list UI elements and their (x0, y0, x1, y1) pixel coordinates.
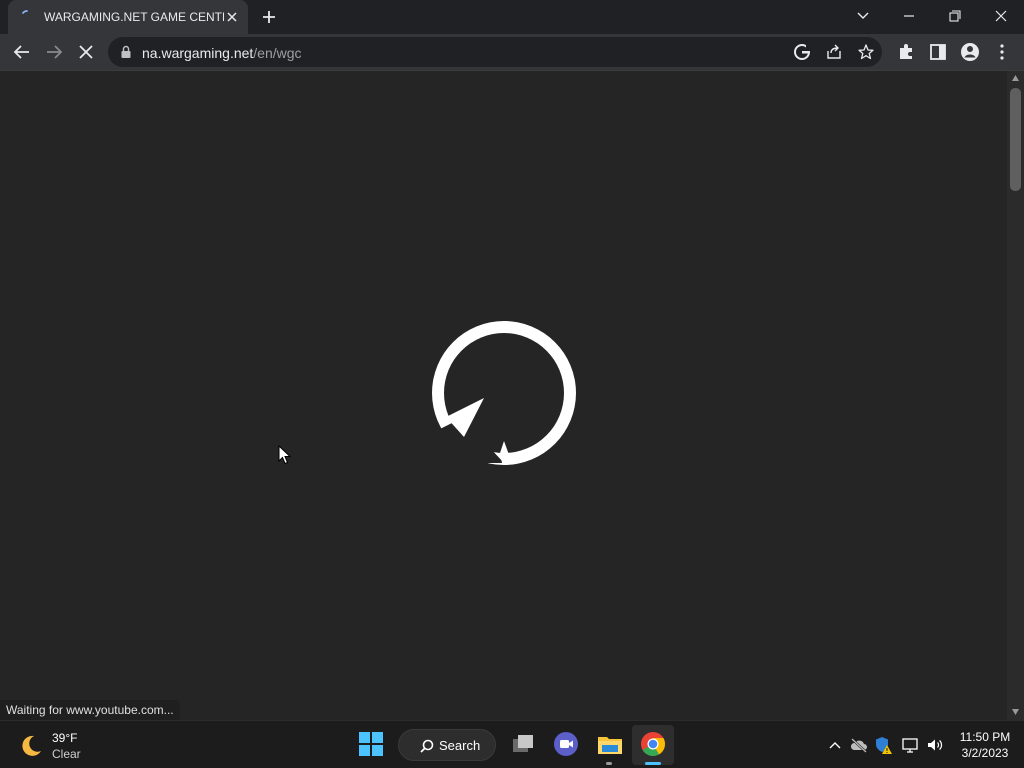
url-path: /en/wgc (253, 45, 302, 61)
volume-speaker-icon[interactable] (925, 735, 945, 755)
clock-time[interactable]: 11:50 PM (958, 730, 1012, 744)
scrollbar-thumb[interactable] (1010, 88, 1021, 191)
menu-kebab-icon[interactable] (988, 38, 1016, 66)
moon-icon[interactable] (18, 733, 44, 759)
url-host: na.wargaming.net (142, 45, 254, 61)
windows-start-icon[interactable] (356, 729, 386, 759)
onedrive-offline-cloud-icon[interactable] (849, 735, 869, 755)
profile-avatar-icon[interactable] (956, 38, 984, 66)
bookmark-star-icon[interactable] (856, 42, 876, 62)
browser-status-bubble: Waiting for www.youtube.com... (0, 700, 180, 720)
windows-taskbar: 39°F Clear Search 11:50 PM 3/2/2023 (0, 720, 1024, 768)
search-label: Search (439, 738, 481, 753)
extensions-puzzle-icon[interactable] (892, 38, 920, 66)
weather-temperature[interactable]: 39°F (52, 731, 77, 745)
page-content (0, 71, 1007, 720)
restore-icon[interactable] (940, 3, 970, 29)
scroll-up-arrow-icon[interactable] (1011, 74, 1020, 82)
browser-tab[interactable]: WARGAMING.NET GAME CENTER (8, 0, 248, 34)
clock-date[interactable]: 3/2/2023 (958, 746, 1012, 760)
chrome-icon[interactable] (638, 729, 668, 759)
file-explorer-running-indicator (606, 762, 612, 765)
show-hidden-icons-chevron-icon[interactable] (825, 735, 845, 755)
chrome-active-indicator (645, 762, 661, 765)
share-icon[interactable] (824, 42, 844, 62)
back-arrow-icon[interactable] (8, 38, 36, 66)
security-shield-warning-icon[interactable] (873, 735, 893, 755)
minimize-icon[interactable] (894, 3, 924, 29)
tab-close-icon[interactable] (224, 9, 240, 25)
browser-toolbar: na.wargaming.net/en/wgc (0, 34, 1024, 70)
tab-search-chevron-icon[interactable] (848, 3, 878, 29)
address-bar[interactable]: na.wargaming.net/en/wgc (108, 37, 882, 67)
vertical-scrollbar[interactable] (1007, 71, 1024, 720)
loading-favicon-icon (22, 10, 28, 14)
lock-icon[interactable] (120, 45, 132, 59)
new-tab-icon[interactable] (258, 6, 280, 28)
url-text[interactable]: na.wargaming.net/en/wgc (142, 45, 302, 61)
stop-loading-icon[interactable] (72, 38, 100, 66)
teams-chat-icon[interactable] (551, 729, 581, 759)
title-bar: WARGAMING.NET GAME CENTER (0, 0, 1024, 34)
weather-description[interactable]: Clear (52, 747, 81, 761)
close-window-icon[interactable] (986, 3, 1016, 29)
forward-arrow-icon[interactable] (40, 38, 68, 66)
mouse-cursor-icon (278, 445, 292, 465)
taskbar-search-button[interactable]: Search (398, 729, 496, 761)
file-explorer-icon[interactable] (595, 729, 625, 759)
side-panel-icon[interactable] (924, 38, 952, 66)
wargaming-refresh-spinner-icon (432, 321, 576, 465)
network-display-icon[interactable] (900, 735, 920, 755)
task-view-icon[interactable] (508, 729, 538, 759)
google-lens-icon[interactable] (792, 42, 812, 62)
search-icon (420, 739, 434, 753)
tab-title: WARGAMING.NET GAME CENTER (44, 10, 224, 24)
scroll-down-arrow-icon[interactable] (1011, 708, 1020, 716)
